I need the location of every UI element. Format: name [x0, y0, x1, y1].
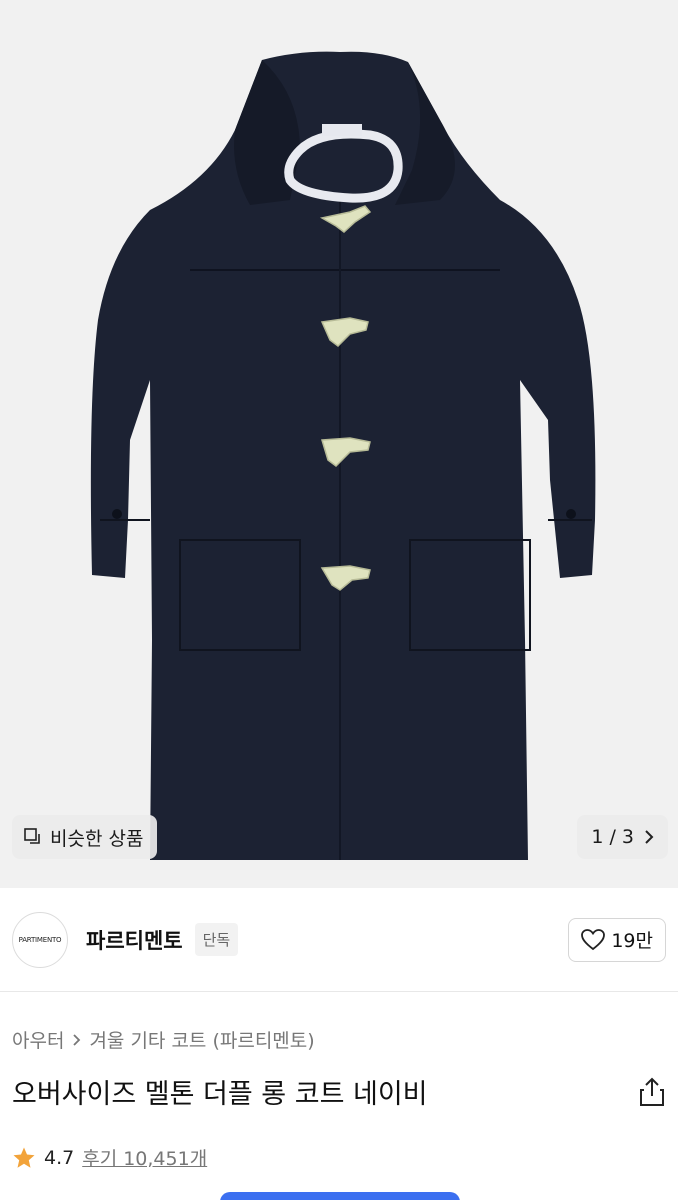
chevron-right-icon	[73, 1033, 81, 1046]
similar-products-button[interactable]: 비슷한 상품	[12, 815, 158, 859]
exclusive-badge: 단독	[194, 923, 239, 956]
like-button[interactable]: 19만	[568, 917, 666, 962]
brand-logo[interactable]: PARTIMENTO	[12, 911, 68, 968]
pager-text: 1 / 3	[591, 826, 634, 848]
breadcrumb: 아우터 겨울 기타 코트 (파르티멘토)	[12, 1026, 315, 1053]
copy-icon	[24, 828, 40, 844]
brand-row: PARTIMENTO 파르티멘토 단독 19만	[0, 888, 678, 992]
rating-row: 4.7 후기 10,451개	[12, 1144, 207, 1171]
like-count: 19만	[611, 930, 653, 952]
product-image-carousel[interactable]: 비슷한 상품 1 / 3	[0, 0, 678, 888]
similar-products-label: 비슷한 상품	[50, 827, 144, 850]
coat-product-image	[90, 51, 596, 860]
brand-logo-text: PARTIMENTO	[18, 935, 62, 944]
brand-name[interactable]: 파르티멘토	[86, 925, 183, 955]
bottom-action-bar-edge[interactable]	[220, 1192, 460, 1200]
review-count-link[interactable]: 후기 10,451개	[82, 1144, 207, 1171]
star-icon	[13, 1147, 35, 1168]
rating-value: 4.7	[44, 1146, 75, 1169]
product-title: 오버사이즈 멜톤 더플 롱 코트 네이비	[12, 1079, 428, 1110]
breadcrumb-subcategory[interactable]: 겨울 기타 코트 (파르티멘토)	[89, 1026, 314, 1053]
heart-icon	[581, 928, 606, 950]
title-row: 오버사이즈 멜톤 더플 롱 코트 네이비	[12, 1072, 666, 1111]
share-icon[interactable]	[638, 1076, 666, 1108]
chevron-right-icon	[645, 830, 654, 844]
image-pager[interactable]: 1 / 3	[577, 815, 668, 859]
breadcrumb-category[interactable]: 아우터	[12, 1026, 64, 1053]
